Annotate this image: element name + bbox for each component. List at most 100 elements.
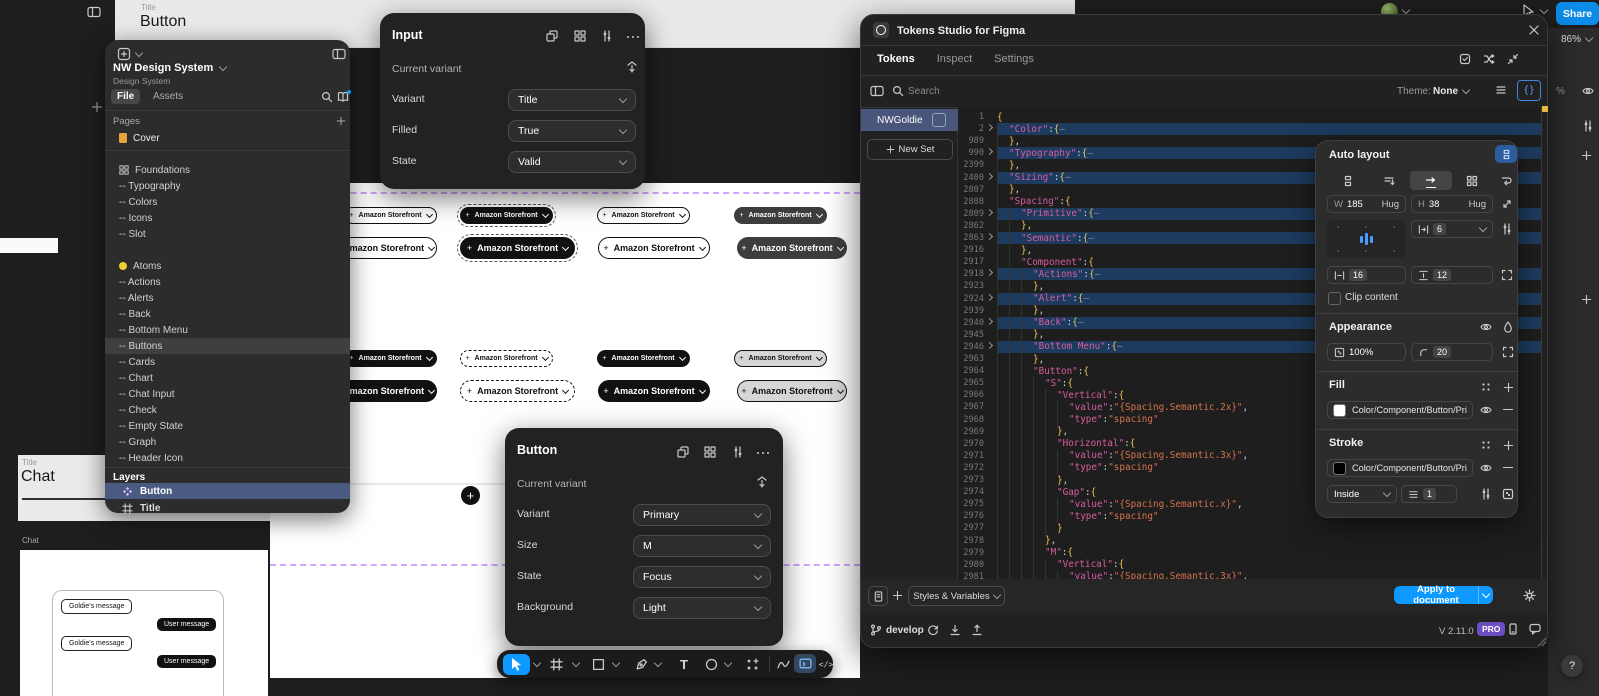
more-options-icon[interactable]	[626, 35, 640, 39]
fab-plus-button[interactable]: +	[461, 486, 480, 505]
width-field[interactable]: W 185 Hug	[1327, 195, 1406, 213]
pen-tool[interactable]	[634, 650, 648, 678]
auto-layout-applied-button[interactable]	[1495, 145, 1517, 163]
avatar-chevron-icon[interactable]	[1401, 5, 1411, 15]
sidebar-item-bottom-menu[interactable]: -- Bottom Menu	[105, 322, 350, 338]
corner-radius-field[interactable]: 20	[1411, 343, 1493, 361]
eye-icon[interactable]	[1480, 462, 1492, 474]
stroke-token-row[interactable]: Color/Component/Button/Prim...	[1327, 459, 1473, 477]
layer-row-button[interactable]: Button	[105, 483, 350, 499]
frame-label[interactable]: Chat	[22, 536, 39, 545]
editor-scrollbar[interactable]	[1541, 107, 1542, 579]
variant-prop-select-state[interactable]: Valid	[508, 151, 636, 173]
new-set-button[interactable]: New Set	[867, 139, 953, 160]
sidebar-collapse-icon[interactable]	[332, 48, 346, 60]
eye-icon[interactable]	[1582, 85, 1594, 97]
fill-swatch[interactable]	[1333, 403, 1346, 417]
add-fill-icon[interactable]	[1503, 382, 1514, 393]
sidebar-item-icons[interactable]: -- Icons	[105, 210, 350, 226]
move-tool-chevron-icon[interactable]	[532, 658, 542, 668]
variant-prop-select-variant[interactable]: Primary	[633, 504, 771, 526]
opacity-field[interactable]: 100%	[1327, 343, 1406, 361]
shape-tool[interactable]	[591, 650, 605, 678]
storefront-button-small-outline[interactable]: + Amazon Storefront	[344, 207, 437, 224]
vertical-padding-field[interactable]: 12	[1411, 266, 1493, 284]
sidebar-item-back[interactable]: -- Back	[105, 306, 350, 322]
sidebar-item-atoms[interactable]: Atoms	[105, 258, 350, 274]
stroke-weight-field[interactable]: 1	[1401, 485, 1457, 503]
frame-tool[interactable]	[549, 650, 563, 678]
sidebar-item-cards[interactable]: -- Cards	[105, 354, 350, 370]
apply-options-chevron[interactable]	[1478, 586, 1493, 604]
search-input[interactable]: Search	[908, 86, 940, 97]
sidebar-item-chart[interactable]: -- Chart	[105, 370, 350, 386]
draw-tool[interactable]	[776, 650, 790, 678]
advanced-stroke-icon[interactable]	[1480, 488, 1492, 500]
eye-icon[interactable]	[1480, 404, 1492, 416]
share-button[interactable]: Share	[1556, 2, 1599, 25]
shuffle-icon[interactable]	[1483, 53, 1495, 65]
actions-tool[interactable]	[745, 650, 759, 678]
independent-padding-icon[interactable]	[1501, 269, 1513, 281]
publish-icon[interactable]	[756, 476, 768, 488]
remove-fill-icon[interactable]	[1503, 409, 1513, 411]
cursor-chevron-icon[interactable]	[1539, 5, 1549, 15]
storefront-button-small-dark[interactable]: + Amazon Storefront	[734, 207, 827, 224]
storefront-button-medium-outline[interactable]: + Amazon Storefront	[598, 237, 710, 259]
advanced-layout-icon[interactable]	[1501, 223, 1513, 235]
apply-theme-icon[interactable]	[1459, 53, 1471, 65]
plugin-tab-tokens[interactable]: Tokens	[877, 53, 915, 65]
remove-stroke-icon[interactable]	[1503, 467, 1513, 469]
sync-icon[interactable]	[927, 624, 939, 636]
sidebar-item-actions[interactable]: -- Actions	[105, 274, 350, 290]
frame-tool-chevron-icon[interactable]	[571, 658, 581, 668]
fold-arrow[interactable]	[984, 172, 994, 180]
direction-horizontal-wrap[interactable]	[1369, 171, 1411, 190]
storefront-button-small-primary[interactable]: + Amazon Storefront	[344, 350, 437, 367]
branch-name[interactable]: develop	[886, 625, 924, 636]
sidebar-item-header-icon[interactable]: -- Header Icon	[105, 450, 350, 466]
eye-icon[interactable]	[1480, 321, 1492, 333]
fold-arrow[interactable]	[984, 293, 994, 301]
json-view-toggle[interactable]: {}	[1517, 80, 1541, 101]
instance-swap-icon[interactable]	[546, 30, 558, 42]
variant-prop-select-variant[interactable]: Title	[508, 89, 636, 111]
panel-toggle-icon[interactable]	[87, 6, 101, 18]
sidebar-item-colors[interactable]: -- Colors	[105, 194, 350, 210]
independent-corners-icon[interactable]	[1502, 346, 1514, 358]
variant-prop-select-size[interactable]: M	[633, 535, 771, 557]
resize-icon[interactable]	[1501, 198, 1513, 210]
fold-arrow[interactable]	[984, 208, 994, 216]
kit-chevron-icon[interactable]	[134, 48, 144, 58]
fold-arrow[interactable]	[984, 317, 994, 325]
pen-tool-chevron-icon[interactable]	[653, 658, 663, 668]
move-tool[interactable]	[503, 653, 530, 675]
stroke-position-select[interactable]: Inside	[1327, 485, 1397, 503]
close-icon[interactable]	[1529, 25, 1539, 35]
fold-arrow[interactable]	[984, 124, 994, 132]
wrap-icon[interactable]	[1501, 175, 1513, 187]
publish-icon[interactable]	[626, 61, 638, 73]
stroke-swatch[interactable]	[1333, 461, 1346, 475]
storefront-button-small-primary[interactable]: + Amazon Storefront	[597, 350, 690, 367]
ellipse-tool-chevron-icon[interactable]	[723, 658, 733, 668]
ellipse-tool[interactable]	[704, 650, 718, 678]
text-tool[interactable]: T	[677, 650, 691, 678]
stroke-per-side-icon[interactable]	[1502, 488, 1514, 500]
storefront-button-small-outline[interactable]: + Amazon Storefront	[597, 207, 690, 224]
add-icon[interactable]	[1581, 294, 1592, 305]
code-tool[interactable]: </>	[819, 650, 833, 678]
styles-variables-button[interactable]: Styles & Variables	[908, 586, 1005, 606]
variant-grid-icon[interactable]	[704, 446, 716, 458]
sidebar-item-chat-input[interactable]: -- Chat Input	[105, 386, 350, 402]
list-view-toggle-icon[interactable]	[1495, 84, 1507, 96]
add-icon[interactable]	[1581, 150, 1592, 161]
search-icon[interactable]	[892, 85, 904, 97]
storefront-button-small-primary-focus[interactable]: + Amazon Storefront	[457, 204, 556, 227]
variant-prop-select-background[interactable]: Light	[633, 597, 771, 619]
more-options-icon[interactable]	[756, 451, 770, 455]
collapse-window-icon[interactable]	[1507, 53, 1519, 65]
goldie-message-bubble[interactable]: Goldie's message	[61, 599, 133, 614]
sidebar-item-check[interactable]: -- Check	[105, 402, 350, 418]
theme-select[interactable]: None	[1433, 85, 1471, 97]
